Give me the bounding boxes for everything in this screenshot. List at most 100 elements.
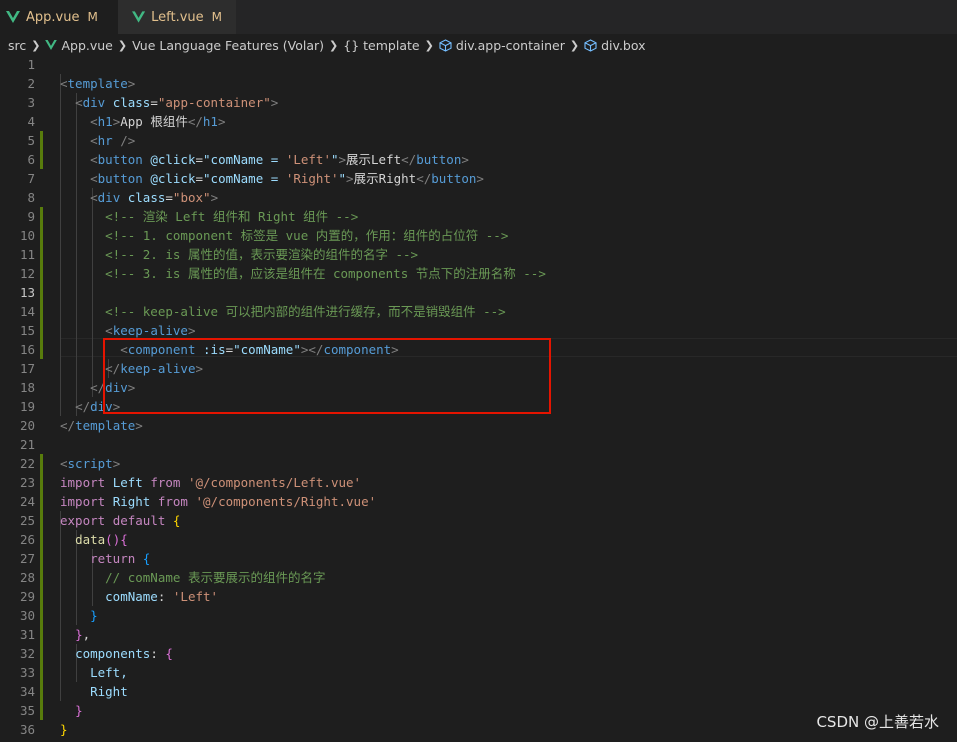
line-number[interactable]: 15 (0, 321, 35, 340)
modified-line-marker[interactable] (40, 606, 43, 625)
code-line: return { (90, 551, 151, 566)
modified-line-marker[interactable] (40, 340, 43, 359)
modified-line-marker[interactable] (40, 549, 43, 568)
modified-line-marker[interactable] (40, 245, 43, 264)
line-number[interactable]: 1 (0, 55, 35, 74)
breadcrumb-file[interactable]: App.vue (45, 38, 113, 53)
line-number[interactable]: 19 (0, 397, 35, 416)
highlight-box (103, 338, 551, 414)
breadcrumb-language[interactable]: Vue Language Features (Volar) (132, 38, 324, 53)
line-number[interactable]: 17 (0, 359, 35, 378)
modified-line-marker[interactable] (40, 587, 43, 606)
modified-line-marker[interactable] (40, 283, 43, 302)
code-line: <keep-alive> (105, 323, 196, 338)
line-number[interactable]: 14 (0, 302, 35, 321)
modified-line-marker[interactable] (40, 264, 43, 283)
modified-line-marker[interactable] (40, 131, 43, 150)
line-number[interactable]: 29 (0, 587, 35, 606)
code-line: data(){ (75, 532, 128, 547)
line-number[interactable]: 30 (0, 606, 35, 625)
vue-file-icon (132, 11, 146, 23)
line-number[interactable]: 3 (0, 93, 35, 112)
modified-line-marker[interactable] (40, 150, 43, 169)
breadcrumb-box[interactable]: div.box (584, 37, 646, 53)
modified-line-marker[interactable] (40, 226, 43, 245)
braces-icon: {} (343, 37, 360, 53)
modified-line-marker[interactable] (40, 207, 43, 226)
modified-line-marker[interactable] (40, 701, 43, 720)
editor-tab-bar: App.vue M Left.vue M (0, 0, 957, 34)
code-line: Left, (90, 665, 128, 680)
code-line: // comName 表示要展示的组件的名字 (105, 570, 326, 585)
tab-left-vue[interactable]: Left.vue M (118, 0, 236, 34)
line-number[interactable]: 6 (0, 150, 35, 169)
code-line: comName: 'Left' (105, 589, 219, 604)
tab-label: App.vue (26, 9, 80, 25)
line-number[interactable]: 36 (0, 720, 35, 739)
code-line: <!-- 2. is 属性的值，表示要渲染的组件的名字 --> (105, 247, 419, 262)
line-number[interactable]: 31 (0, 625, 35, 644)
line-number[interactable]: 13 (0, 283, 35, 302)
modified-line-marker[interactable] (40, 321, 43, 340)
modified-line-marker[interactable] (40, 530, 43, 549)
line-number[interactable]: 25 (0, 511, 35, 530)
line-number[interactable]: 8 (0, 188, 35, 207)
line-number[interactable]: 2 (0, 74, 35, 93)
breadcrumb-box-label: div.box (601, 37, 646, 53)
breadcrumb-src[interactable]: src (8, 38, 26, 53)
modified-line-marker[interactable] (40, 663, 43, 682)
modified-badge: M (87, 10, 98, 24)
modified-line-marker[interactable] (40, 473, 43, 492)
line-number[interactable]: 22 (0, 454, 35, 473)
code-line: <!-- 3. is 属性的值，应该是组件在 components 节点下的注册… (105, 266, 546, 281)
line-number[interactable]: 24 (0, 492, 35, 511)
modified-line-marker[interactable] (40, 454, 43, 473)
modified-line-marker[interactable] (40, 644, 43, 663)
code-line: } (75, 703, 83, 718)
code-editor[interactable]: <template> <div class="app-container"> <… (0, 55, 957, 742)
modified-badge: M (211, 10, 222, 24)
modified-line-marker[interactable] (40, 625, 43, 644)
tab-app-vue[interactable]: App.vue M (0, 0, 118, 34)
line-number[interactable]: 5 (0, 131, 35, 150)
code-line: <template> (60, 76, 136, 91)
code-line: <div class="box"> (90, 190, 219, 205)
code-line: components: { (75, 646, 173, 661)
modified-line-marker[interactable] (40, 511, 43, 530)
line-number[interactable]: 26 (0, 530, 35, 549)
line-number[interactable]: 11 (0, 245, 35, 264)
line-number[interactable]: 28 (0, 568, 35, 587)
modified-line-marker[interactable] (40, 302, 43, 321)
line-number[interactable]: 7 (0, 169, 35, 188)
breadcrumb-template[interactable]: {} template (343, 38, 419, 53)
line-number[interactable]: 21 (0, 435, 35, 454)
code-line: } (60, 722, 68, 737)
line-number[interactable]: 27 (0, 549, 35, 568)
modified-line-marker[interactable] (40, 492, 43, 511)
chevron-right-icon: ❯ (31, 38, 41, 52)
line-number[interactable]: 32 (0, 644, 35, 663)
breadcrumb-template-label: template (363, 37, 420, 53)
modified-line-marker[interactable] (40, 568, 43, 587)
line-number[interactable]: 4 (0, 112, 35, 131)
line-number[interactable]: 12 (0, 264, 35, 283)
line-number[interactable]: 10 (0, 226, 35, 245)
line-number[interactable]: 9 (0, 207, 35, 226)
line-number[interactable]: 33 (0, 663, 35, 682)
chevron-right-icon: ❯ (329, 38, 339, 52)
breadcrumb-app-container[interactable]: div.app-container (439, 38, 565, 53)
line-number[interactable]: 20 (0, 416, 35, 435)
element-cube-icon (439, 38, 452, 52)
line-number[interactable]: 16 (0, 340, 35, 359)
line-number[interactable]: 18 (0, 378, 35, 397)
code-line: <button @click="comName = 'Right'">展示Rig… (90, 171, 484, 186)
line-number[interactable]: 34 (0, 682, 35, 701)
breadcrumb-app-container-label: div.app-container (455, 37, 565, 53)
line-number[interactable]: 35 (0, 701, 35, 720)
vue-file-icon (6, 11, 20, 23)
code-line: <div class="app-container"> (75, 95, 279, 110)
modified-line-marker[interactable] (40, 682, 43, 701)
chevron-right-icon: ❯ (569, 38, 580, 52)
line-number[interactable]: 23 (0, 473, 35, 492)
